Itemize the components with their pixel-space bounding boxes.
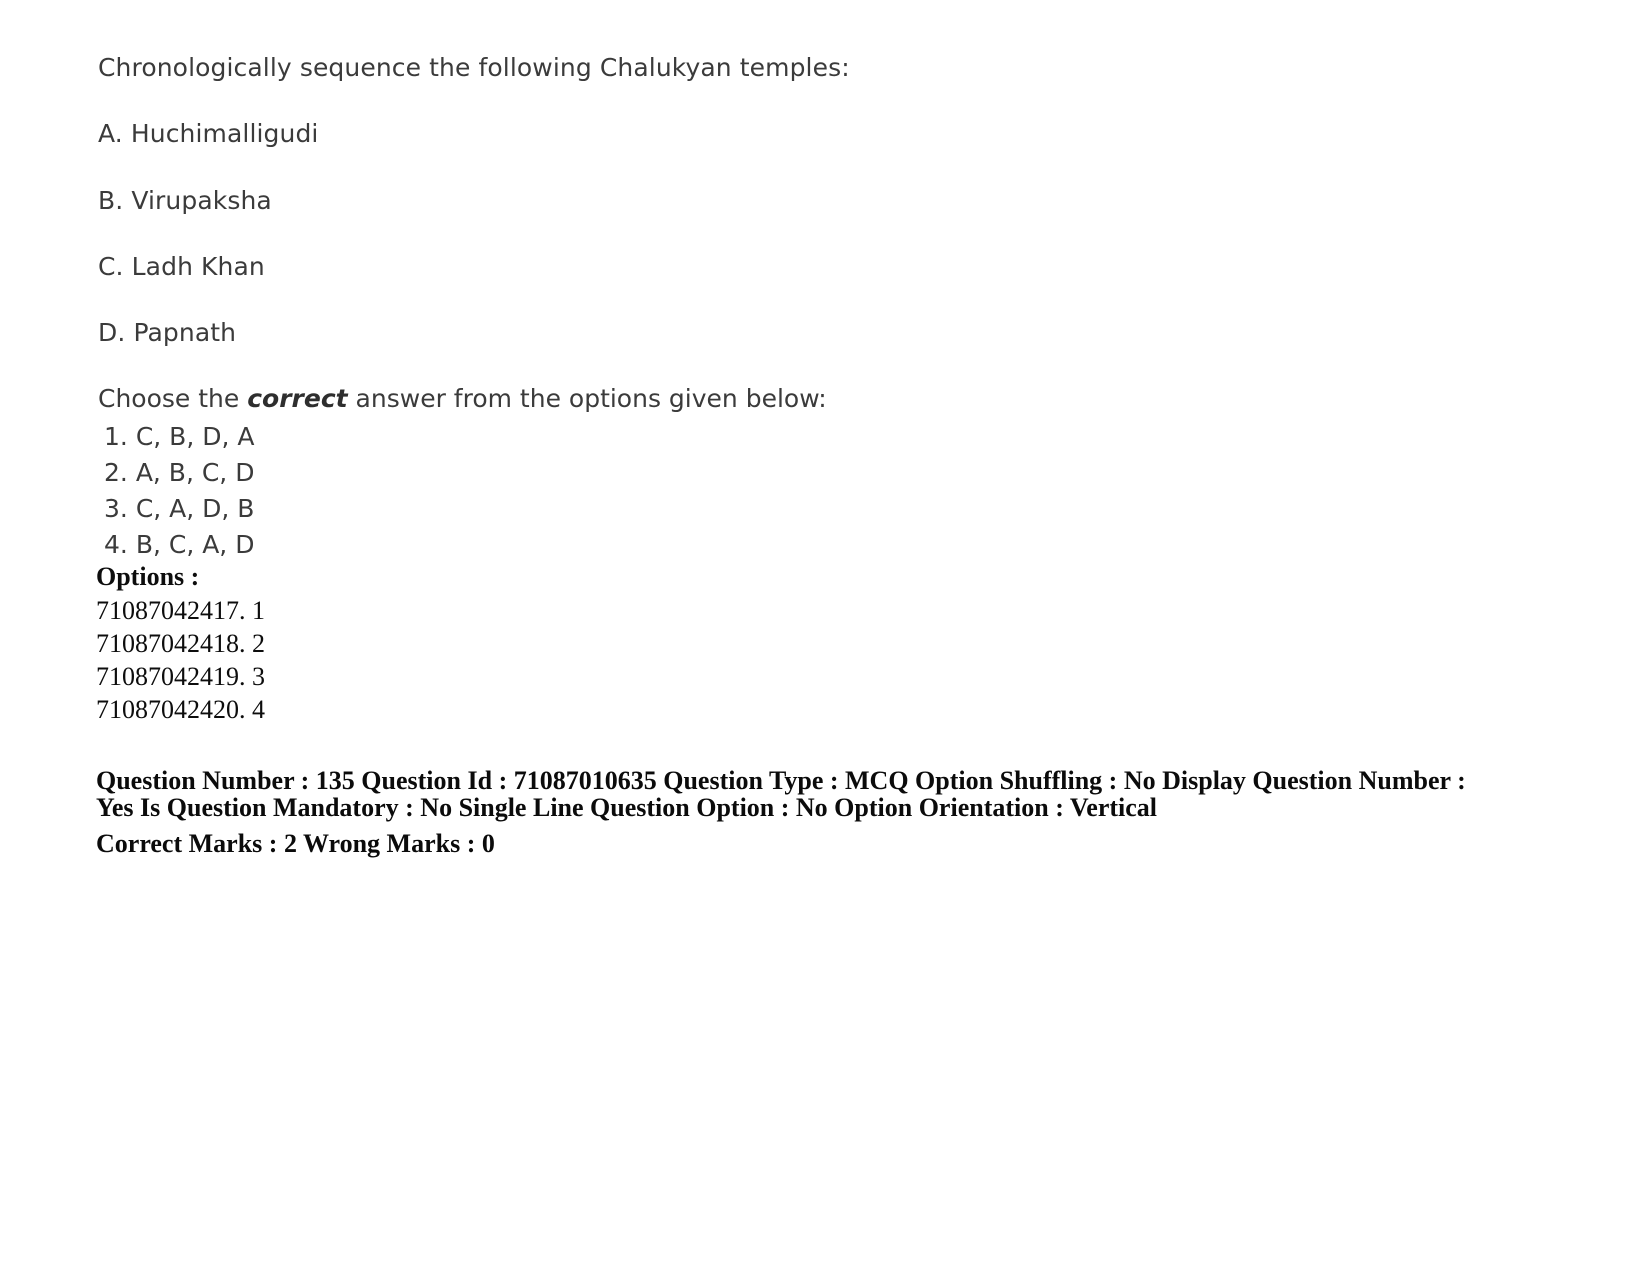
answer-choice-4[interactable]: 4. B, C, A, D — [104, 527, 804, 563]
answer-choice-2-number: 2. — [104, 458, 128, 487]
question-body: Chronologically sequence the following C… — [98, 52, 1558, 415]
answer-choice-3[interactable]: 3. C, A, D, B — [104, 491, 804, 527]
answer-choice-2[interactable]: 2. A, B, C, D — [104, 455, 804, 491]
question-item-a: A. Huchimalligudi — [98, 119, 319, 149]
answer-choice-4-number: 4. — [104, 530, 128, 559]
option-id-row-4: 71087042420. 4 — [96, 695, 265, 724]
document-page: Chronologically sequence the following C… — [0, 0, 1650, 1275]
answer-choice-3-number: 3. — [104, 494, 128, 523]
metadata-line-1: Question Number : 135 Question Id : 7108… — [96, 766, 1466, 822]
question-item-c: C. Ladh Khan — [98, 251, 265, 281]
options-label: Options : — [96, 562, 200, 591]
instruction-suffix: answer from the options given below: — [347, 384, 827, 414]
answer-choice-1-number: 1. — [104, 422, 128, 451]
instruction-emphasis: correct — [247, 384, 348, 414]
option-id-row-3: 71087042419. 3 — [96, 662, 265, 691]
answer-choice-1-text: C, B, D, A — [135, 422, 255, 451]
metadata-line-3-marks: Correct Marks : 2 Wrong Marks : 0 — [96, 829, 495, 858]
option-id-row-2: 71087042418. 2 — [96, 629, 265, 658]
answer-choice-1[interactable]: 1. C, B, D, A — [104, 419, 804, 455]
answer-choice-list: 1. C, B, D, A 2. A, B, C, D 3. C, A, D, … — [104, 419, 804, 563]
answer-choice-3-text: C, A, D, B — [135, 494, 255, 523]
options-section: Options : 71087042417. 1 71087042418. 2 … — [96, 560, 996, 726]
answer-choice-4-text: B, C, A, D — [135, 530, 255, 559]
question-metadata: Question Number : 135 Question Id : 7108… — [96, 767, 1496, 857]
option-id-row-1: 71087042417. 1 — [96, 596, 265, 625]
question-item-b: B. Virupaksha — [98, 185, 272, 215]
instruction-line: Choose the correct answer from the optio… — [98, 383, 1558, 414]
question-item-d: D. Papnath — [98, 318, 237, 347]
question-stem: Chronologically sequence the following C… — [98, 53, 850, 82]
answer-choice-2-text: A, B, C, D — [135, 458, 255, 487]
instruction-prefix: Choose the — [98, 384, 248, 414]
